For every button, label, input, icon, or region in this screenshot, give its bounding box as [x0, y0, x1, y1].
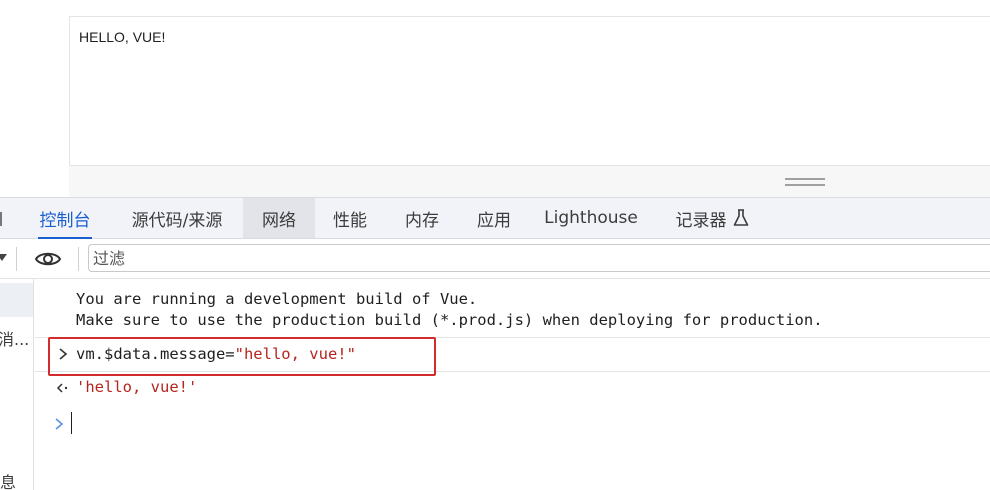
drawer-resize-handle[interactable] — [785, 178, 825, 186]
highlight-box — [48, 337, 436, 376]
tab-performance[interactable]: 性能 — [319, 198, 381, 238]
filter-input[interactable] — [88, 244, 990, 272]
previous-tab-edge — [0, 212, 4, 226]
sidebar-item-messages[interactable]: 消... — [0, 326, 29, 350]
tab-label: 应用 — [477, 210, 511, 231]
resize-strip — [69, 166, 990, 197]
eye-icon[interactable] — [34, 248, 62, 270]
tab-label: 网络 — [262, 210, 296, 231]
result-value: 'hello, vue!' — [76, 378, 198, 396]
message-line: You are running a development build of V… — [76, 290, 478, 308]
tab-network[interactable]: 网络 — [243, 198, 315, 238]
console-sidebar: 消... 息 — [0, 279, 34, 490]
viewport-text: HELLO, VUE! — [79, 29, 166, 45]
tab-label: 控制台 — [39, 210, 91, 231]
tab-label: 记录器 — [675, 210, 727, 231]
tab-memory[interactable]: 内存 — [391, 198, 453, 238]
sidebar-item-info[interactable]: 息 — [0, 469, 16, 490]
flask-icon — [733, 209, 748, 226]
tab-recorder[interactable]: 记录器 — [662, 198, 762, 238]
tab-label: 源代码/来源 — [131, 210, 223, 231]
tab-label: Lighthouse — [544, 208, 638, 228]
console-output: You are running a development build of V… — [35, 279, 990, 490]
tab-sources[interactable]: 源代码/来源 — [116, 198, 238, 238]
text-cursor — [71, 412, 72, 434]
return-arrow-icon — [56, 383, 68, 393]
sidebar-item-selected[interactable] — [0, 283, 33, 317]
tab-application[interactable]: 应用 — [463, 198, 525, 238]
toolbar-divider — [78, 247, 79, 271]
devtools-tab-bar: 控制台 源代码/来源 网络 性能 内存 应用 Lighthouse 记录器 — [0, 197, 990, 239]
console-toolbar — [0, 239, 990, 279]
tab-label: 性能 — [333, 210, 367, 231]
tab-console[interactable]: 控制台 — [28, 198, 102, 239]
tab-label: 内存 — [405, 210, 439, 231]
console-result-entry: 'hello, vue!' — [35, 372, 990, 406]
page-preview: HELLO, VUE! — [0, 0, 990, 197]
console-prompt[interactable] — [35, 409, 990, 439]
toolbar-divider — [16, 247, 17, 271]
console-message: You are running a development build of V… — [35, 289, 990, 338]
message-line: Make sure to use the production build (*… — [76, 311, 823, 329]
caret-down-icon[interactable] — [0, 254, 7, 261]
tab-lighthouse[interactable]: Lighthouse — [538, 198, 644, 238]
page-viewport: HELLO, VUE! — [69, 16, 990, 166]
chevron-right-icon — [55, 418, 64, 430]
